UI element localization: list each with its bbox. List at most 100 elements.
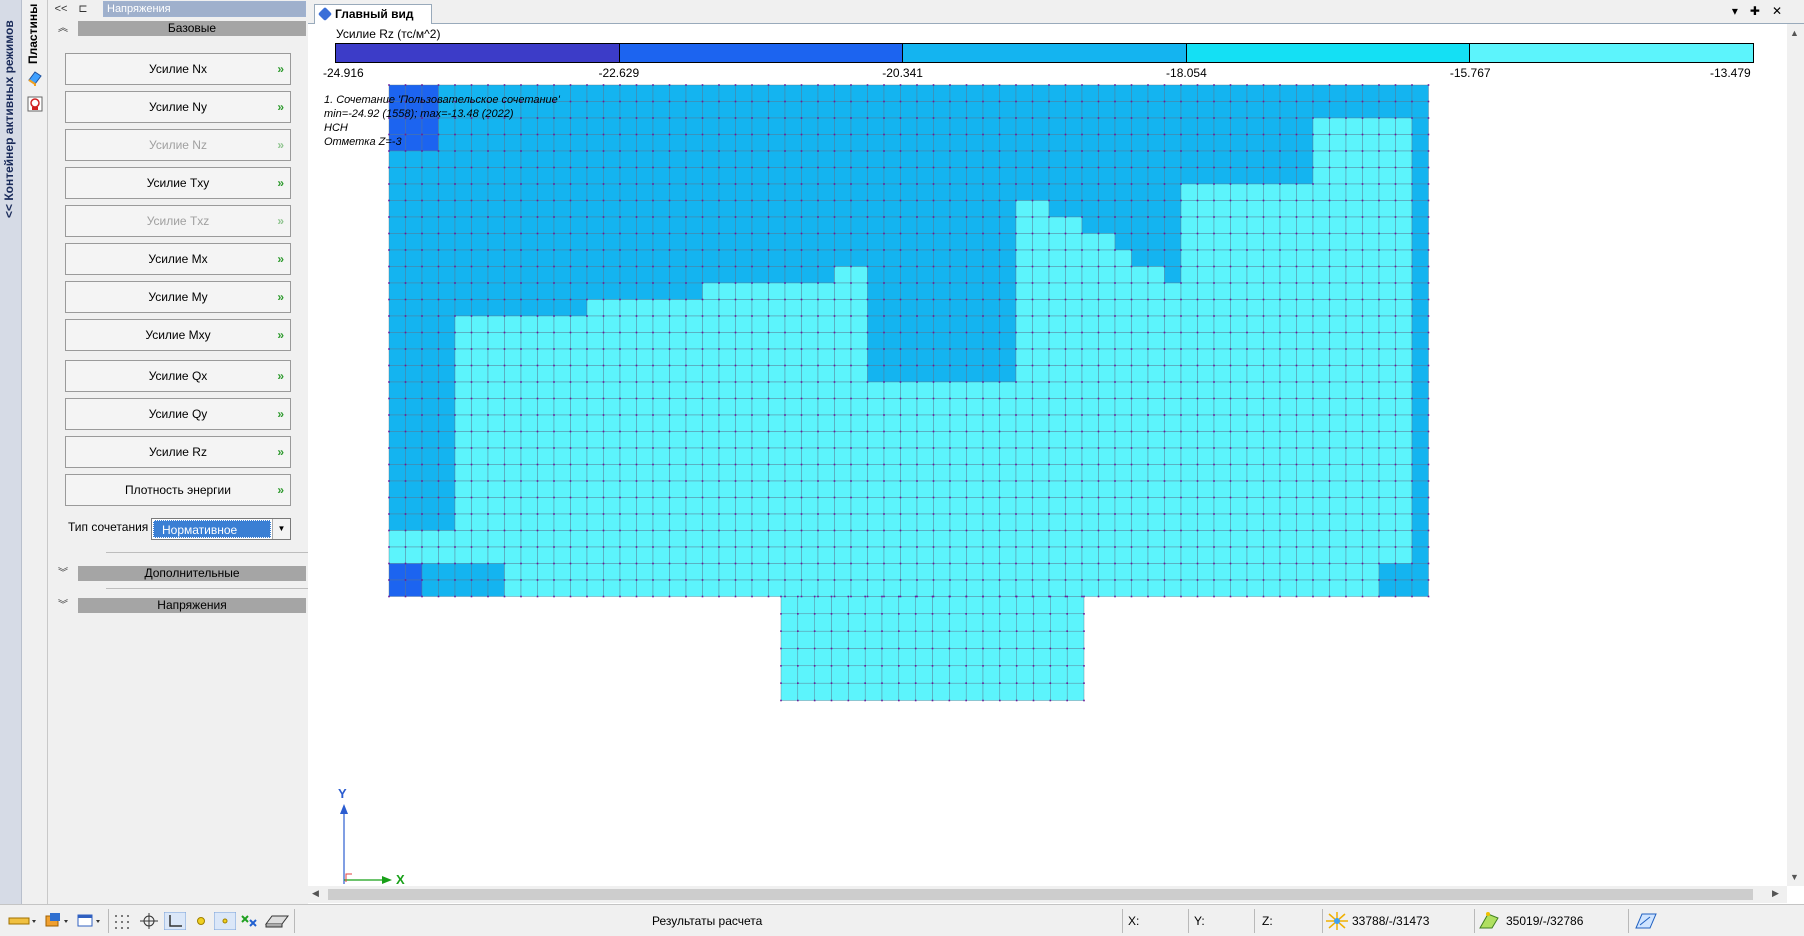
mesh-node	[982, 199, 984, 202]
scroll-down-icon[interactable]: ▼	[1790, 872, 1799, 882]
mesh-element	[999, 530, 1017, 548]
horizontal-scrollbar[interactable]: ◀ ▶	[308, 886, 1787, 903]
force-button-10[interactable]: Усилие Rz»	[65, 436, 291, 468]
mesh-element	[636, 546, 654, 564]
layers-icon[interactable]	[44, 912, 72, 930]
force-button-6[interactable]: Усилие My»	[65, 281, 291, 313]
force-button-2[interactable]: Усилие Nz»	[65, 129, 291, 161]
mesh-node	[1345, 579, 1347, 581]
mesh-element	[1329, 497, 1347, 515]
point-snap-icon[interactable]	[190, 912, 212, 930]
mesh-element	[1296, 414, 1314, 432]
mesh-node	[487, 496, 489, 499]
collapse-panel-icon[interactable]: <<	[52, 1, 70, 17]
mesh-element	[405, 249, 423, 267]
mesh-element	[900, 497, 918, 515]
mesh-node	[1279, 249, 1281, 251]
mesh-element	[834, 497, 852, 515]
mesh-element	[438, 431, 456, 449]
section-stress[interactable]: ︾ Напряжения	[54, 597, 306, 615]
scroll-right-icon[interactable]: ▶	[1772, 888, 1779, 899]
vertical-scrollbar[interactable]: ▲ ▼	[1787, 24, 1804, 886]
coord-x-label: X:	[1128, 914, 1140, 928]
pin-icon[interactable]: ✚	[1750, 4, 1772, 18]
mesh-node	[866, 232, 869, 235]
chevron-up-icon[interactable]: ︽	[56, 21, 70, 37]
node-snap-icon[interactable]	[138, 912, 160, 930]
force-button-0[interactable]: Усилие Nx»	[65, 53, 291, 85]
midpoint-snap-icon[interactable]	[214, 912, 236, 930]
plate-mode-icon[interactable]	[27, 70, 43, 86]
mesh-node	[437, 166, 440, 169]
ruler-icon[interactable]	[8, 912, 38, 930]
fe-mesh-plot[interactable]	[308, 24, 1787, 884]
mesh-node	[932, 430, 935, 433]
mesh-element	[487, 299, 505, 317]
mesh-node	[685, 117, 687, 119]
active-modes-container-strip[interactable]: << Контейнер активных режимов	[0, 0, 22, 904]
mesh-element	[1015, 299, 1033, 317]
mesh-element	[520, 530, 538, 548]
mesh-node	[1163, 298, 1166, 301]
mesh-node	[965, 381, 968, 383]
section-base[interactable]: ︽ Базовые	[54, 20, 306, 38]
mesh-element	[553, 414, 571, 432]
force-button-4[interactable]: Усилие Txz»	[65, 205, 291, 237]
mesh-node	[1262, 282, 1265, 284]
mode-strip[interactable]: Пластины	[22, 0, 48, 904]
section-extra[interactable]: ︾ Дополнительные	[54, 565, 306, 583]
mesh-node	[718, 447, 720, 449]
scroll-thumb[interactable]	[328, 889, 1753, 900]
force-button-8[interactable]: Усилие Qx»	[65, 360, 291, 392]
mesh-node	[1015, 630, 1018, 632]
mesh-node	[1411, 513, 1413, 515]
tab-list-icon[interactable]: ▾	[1732, 4, 1750, 18]
mesh-element	[1098, 216, 1116, 234]
mesh-node	[1279, 133, 1281, 136]
mesh-element	[553, 513, 571, 531]
force-button-1[interactable]: Усилие Ny»	[65, 91, 291, 123]
force-button-9[interactable]: Усилие Qy»	[65, 398, 291, 430]
mesh-node	[998, 381, 1001, 383]
chevron-down-icon[interactable]: ︾	[56, 566, 70, 582]
mesh-node	[1262, 117, 1265, 119]
tab-controls[interactable]: ▾✚✕	[1732, 4, 1794, 18]
mesh-node	[982, 579, 984, 581]
plate-view-icon[interactable]	[264, 912, 290, 930]
pin-panel-icon[interactable]: ⊏	[74, 1, 92, 17]
force-button-5[interactable]: Усилие Mx»	[65, 243, 291, 275]
mesh-node	[553, 216, 555, 218]
force-button-7[interactable]: Усилие Mxy»	[65, 319, 291, 351]
mesh-element	[768, 266, 786, 284]
mesh-element	[999, 579, 1017, 597]
mesh-element	[1279, 183, 1297, 201]
chevron-down-icon[interactable]: ︾	[56, 598, 70, 614]
force-button-3[interactable]: Усилие Txy»	[65, 167, 291, 199]
scroll-left-icon[interactable]: ◀	[312, 888, 319, 899]
filter-icon[interactable]	[238, 912, 260, 930]
mesh-node	[1345, 463, 1347, 466]
combo-type-select[interactable]: Нормативное ▼	[151, 518, 291, 540]
window-icon[interactable]	[76, 912, 104, 930]
ortho-snap-icon[interactable]	[164, 912, 186, 930]
scroll-up-icon[interactable]: ▲	[1790, 28, 1799, 38]
grid-snap-icon[interactable]	[112, 912, 134, 930]
mesh-node	[949, 496, 951, 499]
main-view-canvas[interactable]: Усилие Rz (тс/м^2) -24.916 -22.629 -20.341…	[308, 24, 1804, 904]
close-icon[interactable]: ✕	[1772, 4, 1794, 18]
chevron-down-icon[interactable]: ▼	[272, 519, 290, 539]
mesh-element	[421, 447, 439, 465]
mesh-node	[1328, 513, 1331, 515]
mesh-node	[536, 546, 539, 548]
mesh-node	[1147, 150, 1149, 152]
result-mode-icon[interactable]	[27, 96, 43, 112]
tab-main-view[interactable]: Главный вид	[314, 4, 432, 24]
mesh-node	[635, 150, 638, 152]
mesh-element	[1213, 513, 1231, 531]
mesh-element	[768, 447, 786, 465]
force-button-11[interactable]: Плотность энергии»	[65, 474, 291, 506]
mesh-element	[1378, 414, 1396, 432]
mesh-node	[652, 331, 654, 334]
section-plane-icon[interactable]	[1634, 912, 1658, 930]
mesh-node	[982, 699, 984, 702]
